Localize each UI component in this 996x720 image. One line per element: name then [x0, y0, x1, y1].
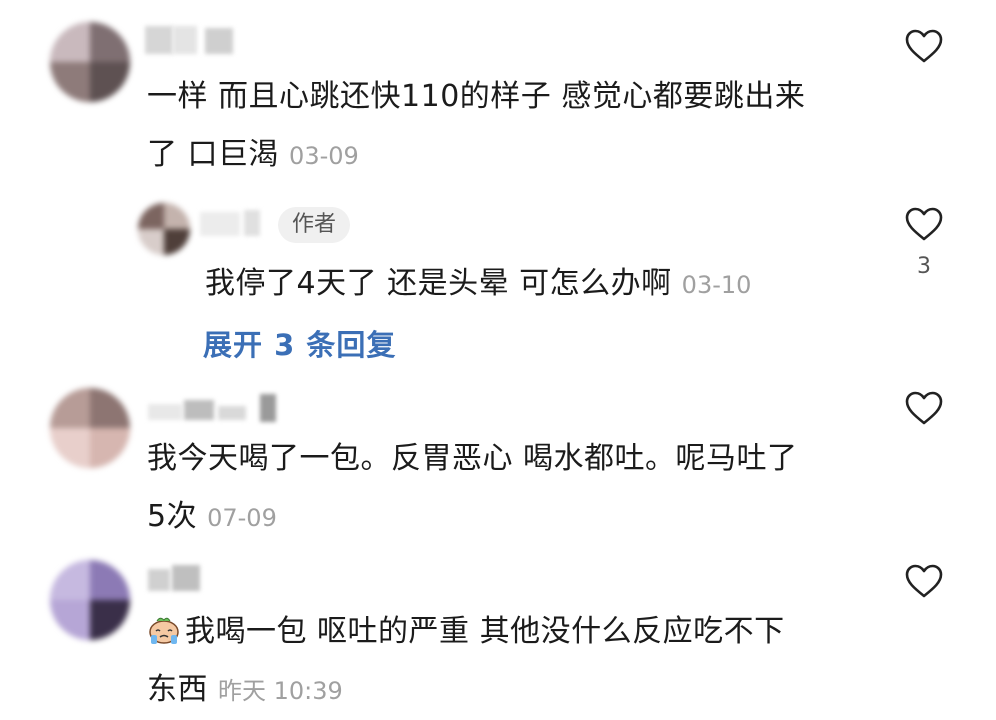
reply-date: 03-10 — [681, 271, 752, 299]
avatar[interactable] — [50, 388, 130, 468]
avatar[interactable] — [50, 22, 130, 102]
comment-date: 昨天 10:39 — [218, 677, 343, 705]
comment-text-line: 东西 昨天 10:39 — [147, 672, 343, 707]
username[interactable] — [148, 565, 218, 595]
crying-face-emoji-icon — [149, 617, 179, 644]
reply-username[interactable] — [200, 208, 270, 238]
comment-item: 一样 而且心跳还快110的样子 感觉心都要跳出来 了 口巨渴 03-09 作者 我… — [0, 0, 996, 380]
username[interactable] — [148, 394, 288, 424]
comment-text-line: 了 口巨渴 03-09 — [147, 137, 359, 172]
like-heart-icon[interactable] — [904, 28, 944, 64]
like-heart-icon[interactable] — [904, 390, 944, 426]
avatar[interactable] — [50, 560, 130, 640]
comment-text-line: 一样 而且心跳还快110的样子 感觉心都要跳出来 — [147, 79, 806, 114]
comment-date: 03-09 — [289, 142, 359, 170]
comment-text-line: 我今天喝了一包。反胃恶心 喝水都吐。呢马吐了 — [147, 441, 798, 476]
like-count: 3 — [917, 254, 931, 279]
comment-date: 07-09 — [207, 504, 277, 532]
author-badge: 作者 — [278, 207, 351, 243]
comment-item: 我今天喝了一包。反胃恶心 喝水都吐。呢马吐了 5次 07-09 — [0, 380, 996, 545]
comment-text: 我今天喝了一包。反胃恶心 喝水都吐。呢马吐了 5次 07-09 — [147, 430, 867, 547]
like-heart-icon[interactable] — [904, 206, 944, 242]
comment-text: 一样 而且心跳还快110的样子 感觉心都要跳出来 了 口巨渴 03-09 — [147, 68, 867, 185]
comment-text-line: 我喝一包 呕吐的严重 其他没什么反应吃不下 — [147, 603, 867, 661]
expand-replies-link[interactable]: 展开 3 条回复 — [203, 322, 396, 364]
comment-item: 我喝一包 呕吐的严重 其他没什么反应吃不下 东西 昨天 10:39 — [0, 545, 996, 715]
comment-text-line: 5次 07-09 — [147, 499, 277, 534]
like-heart-icon[interactable] — [904, 563, 944, 599]
comment-text: 我喝一包 呕吐的严重 其他没什么反应吃不下 东西 昨天 10:39 — [147, 603, 867, 720]
reply-avatar[interactable] — [138, 203, 190, 255]
reply-text: 我停了4天了 还是头晕 可怎么办啊 03-10 — [205, 266, 752, 301]
username[interactable] — [145, 26, 245, 56]
